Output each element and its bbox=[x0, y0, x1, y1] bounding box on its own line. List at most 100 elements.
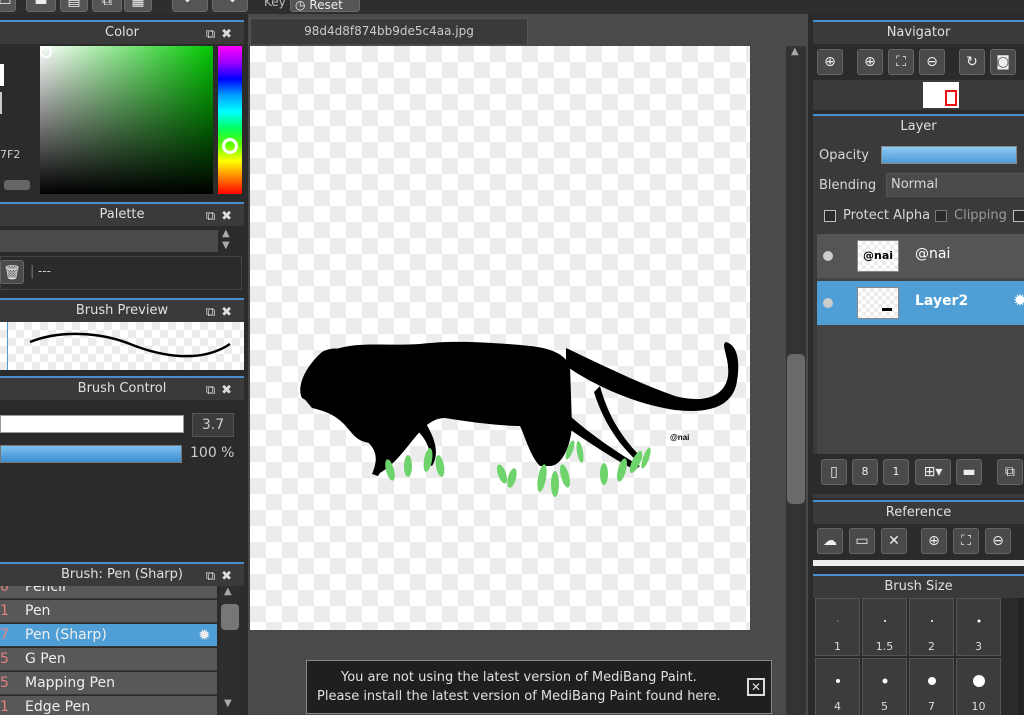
navigator-thumbnail[interactable] bbox=[813, 80, 1024, 110]
brush-item-pencil[interactable]: 0 Pencil bbox=[0, 586, 217, 599]
palette-dropdown[interactable] bbox=[0, 230, 218, 252]
panel-popout-close-icons[interactable]: ⧉✖ bbox=[206, 206, 238, 227]
new-layer-icon[interactable]: ▯ bbox=[821, 459, 847, 485]
redo-icon[interactable]: ↷ bbox=[212, 0, 248, 12]
layer-opacity-slider[interactable] bbox=[881, 146, 1017, 164]
brush-size-2[interactable]: 2 bbox=[909, 598, 954, 656]
palette-list bbox=[0, 256, 242, 290]
layer-row-layer2[interactable]: Layer2 ✹ bbox=[817, 281, 1024, 325]
panel-popout-close-icons[interactable]: ⧉✖ bbox=[206, 566, 238, 587]
brush-size-value[interactable]: 3.7 bbox=[192, 413, 234, 437]
palette-scroll-arrows-icon[interactable]: ▲ ▼ bbox=[222, 228, 230, 252]
layer-row-nai[interactable]: @nai @nai bbox=[817, 234, 1024, 278]
extra-checkbox[interactable] bbox=[1013, 210, 1024, 222]
canvas-scroll-thumb[interactable] bbox=[787, 354, 805, 504]
tool-button-3[interactable]: ▤ bbox=[60, 0, 88, 12]
reset-label: Reset bbox=[309, 0, 343, 12]
zoom-actual-icon[interactable]: ⊕ bbox=[817, 49, 843, 75]
hue-handle[interactable] bbox=[222, 138, 238, 154]
reset-button[interactable]: ◷ Reset bbox=[290, 0, 360, 12]
protect-alpha-checkbox[interactable] bbox=[824, 210, 836, 222]
brush-size-title: Brush Size bbox=[813, 574, 1024, 598]
panel-popout-close-icons[interactable]: ⧉✖ bbox=[206, 24, 238, 45]
scroll-up-icon[interactable]: ▲ bbox=[224, 586, 232, 597]
brush-list-title-text: Brush: Pen (Sharp) bbox=[61, 567, 183, 582]
scroll-down-icon[interactable]: ▼ bbox=[224, 698, 232, 709]
gear-icon[interactable]: ✹ bbox=[198, 624, 211, 646]
zoom-out-icon[interactable]: ⊖ bbox=[919, 49, 945, 75]
navigator-panel: ⊕ ⊕ ⛶ ⊖ ↻ ◙ bbox=[813, 44, 1024, 110]
layer-thumbnail: @nai bbox=[857, 240, 899, 272]
document-tab[interactable]: 98d4d8f874bb9de5c4aa.jpg bbox=[250, 18, 528, 44]
reference-zoom-out-icon[interactable]: ⊖ bbox=[985, 528, 1011, 554]
brush-size-1-5[interactable]: 1.5 bbox=[862, 598, 907, 656]
tool-button-1[interactable]: ▭ bbox=[0, 0, 16, 12]
close-reference-icon[interactable]: ✕ bbox=[881, 528, 907, 554]
brush-size-slider[interactable] bbox=[0, 415, 184, 433]
brush-control-panel: 3.7 100 % bbox=[0, 400, 244, 560]
grid-icon[interactable]: ▦ bbox=[124, 0, 152, 12]
brush-opacity-slider[interactable] bbox=[0, 445, 182, 463]
update-notification[interactable]: You are not using the latest version of … bbox=[306, 660, 772, 714]
fit-screen-icon[interactable]: ⛶ bbox=[888, 49, 914, 75]
panel-popout-close-icons[interactable]: ⧉✖ bbox=[206, 302, 238, 323]
color-picker-handle[interactable] bbox=[40, 46, 52, 58]
brush-size-4[interactable]: 4 bbox=[815, 658, 860, 715]
right-panel-scrollbar[interactable] bbox=[1018, 598, 1024, 715]
brush-item-pen[interactable]: 1 Pen bbox=[0, 600, 217, 623]
canvas-scrollbar[interactable]: ▲ bbox=[786, 46, 806, 715]
panel-popout-close-icons[interactable]: ⧉✖ bbox=[206, 380, 238, 401]
navigator-viewport-box[interactable] bbox=[945, 90, 957, 106]
palette-value: --- bbox=[38, 264, 51, 278]
current-color-swatch[interactable] bbox=[0, 64, 4, 86]
brush-item-edge-pen[interactable]: 1 Edge Pen bbox=[0, 696, 217, 715]
reset-icon: ◷ bbox=[295, 0, 306, 12]
brush-size-3[interactable]: 3 bbox=[956, 598, 1001, 656]
undo-icon[interactable]: ↶ bbox=[172, 0, 208, 12]
new-1bit-layer-icon[interactable]: 1 bbox=[883, 459, 909, 485]
brush-size-10[interactable]: 10 bbox=[956, 658, 1001, 715]
hue-slider[interactable] bbox=[218, 46, 242, 194]
zoom-in-icon[interactable]: ⊕ bbox=[857, 49, 883, 75]
open-folder-icon[interactable]: ▭ bbox=[849, 528, 875, 554]
layer-visibility-icon[interactable] bbox=[823, 251, 833, 261]
tool-button-2[interactable]: ▬ bbox=[26, 0, 56, 12]
trash-icon[interactable]: 🗑 bbox=[0, 260, 24, 284]
scroll-up-icon[interactable]: ▲ bbox=[791, 46, 799, 57]
rotate-icon[interactable]: ↻ bbox=[959, 49, 985, 75]
reference-fit-icon[interactable]: ⛶ bbox=[953, 528, 979, 554]
gear-icon[interactable]: ✹ bbox=[1013, 291, 1024, 311]
brush-size-7[interactable]: 7 bbox=[909, 658, 954, 715]
brush-size-5[interactable]: 5 bbox=[862, 658, 907, 715]
add-layer-menu-icon[interactable]: ⊞▾ bbox=[915, 459, 951, 485]
brush-list-scroll-thumb[interactable] bbox=[221, 604, 239, 630]
brush-item-mapping-pen[interactable]: 5 Mapping Pen bbox=[0, 672, 217, 695]
tool-button-4[interactable]: ⧉ bbox=[92, 0, 122, 12]
panther-back-leg bbox=[565, 416, 640, 470]
saturation-value-square[interactable] bbox=[40, 46, 213, 194]
cloud-download-icon[interactable]: ☁ bbox=[817, 528, 843, 554]
new-8bit-layer-icon[interactable]: 8 bbox=[852, 459, 878, 485]
navigator-title-text: Navigator bbox=[886, 25, 951, 40]
brush-size-1[interactable]: 1 bbox=[815, 598, 860, 656]
secondary-color-swatch[interactable] bbox=[0, 92, 2, 114]
reference-zoom-in-icon[interactable]: ⊕ bbox=[921, 528, 947, 554]
blending-select[interactable]: Normal bbox=[886, 173, 1024, 197]
layer-visibility-icon[interactable] bbox=[823, 298, 833, 308]
layer-title-text: Layer bbox=[900, 119, 937, 134]
clipping-checkbox[interactable] bbox=[935, 210, 947, 222]
close-icon[interactable]: ✕ bbox=[747, 678, 765, 696]
fullscreen-icon[interactable]: ◙ bbox=[990, 49, 1016, 75]
brush-item-g-pen[interactable]: 5 G Pen bbox=[0, 648, 217, 671]
brush-item-pen-sharp[interactable]: 7 Pen (Sharp) ✹ bbox=[0, 624, 217, 647]
layer-opacity-label: Opacity bbox=[819, 148, 870, 163]
document-tab-title: 98d4d8f874bb9de5c4aa.jpg bbox=[304, 24, 474, 38]
palette-panel: ▲ ▼ 🗑 | --- bbox=[0, 226, 244, 292]
eyedropper-button[interactable] bbox=[4, 180, 30, 190]
panther-tail bbox=[566, 342, 739, 411]
folder-icon[interactable]: ▬ bbox=[956, 459, 982, 485]
duplicate-layer-icon[interactable]: ⧉ bbox=[997, 459, 1023, 485]
reference-title: Reference bbox=[813, 500, 1024, 524]
drawing-canvas[interactable]: @nai bbox=[250, 46, 750, 630]
brush-list-scrollbar[interactable]: ▲ ▼ bbox=[220, 586, 240, 715]
